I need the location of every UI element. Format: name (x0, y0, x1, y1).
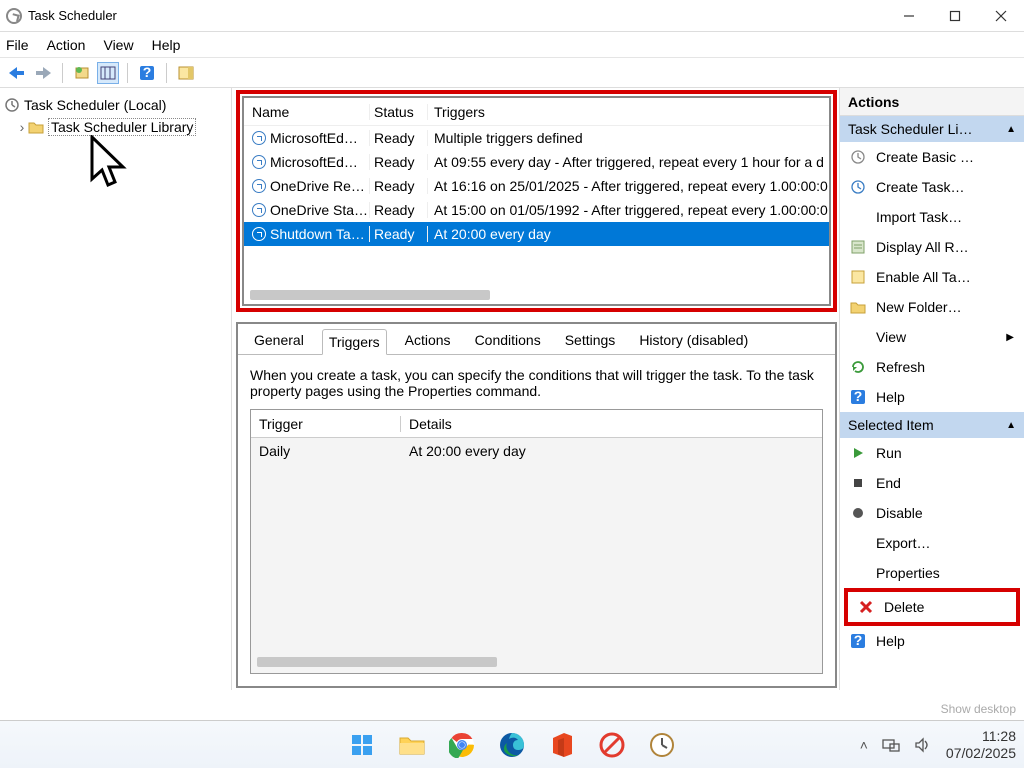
edge-icon[interactable] (498, 731, 526, 759)
app-clock-icon (6, 8, 22, 24)
col-trigger[interactable]: Trigger (251, 416, 401, 432)
minimize-button[interactable] (886, 0, 932, 31)
tab-actions[interactable]: Actions (399, 328, 457, 354)
blocked-icon[interactable] (598, 731, 626, 759)
tab-general[interactable]: General (248, 328, 310, 354)
forward-button[interactable] (32, 62, 54, 84)
col-status[interactable]: Status (370, 104, 428, 120)
col-details[interactable]: Details (401, 416, 822, 432)
horizontal-scrollbar[interactable] (257, 657, 497, 667)
tool-columns[interactable] (97, 62, 119, 84)
trigger-table: Trigger Details Daily At 20:00 every day (250, 409, 823, 674)
titlebar: Task Scheduler (0, 0, 1024, 32)
horizontal-scrollbar[interactable] (250, 290, 490, 300)
action-help[interactable]: ?Help (840, 382, 1024, 412)
task-row[interactable]: MicrosoftEd… Ready At 09:55 every day - … (244, 150, 829, 174)
trigger-row[interactable]: Daily At 20:00 every day (251, 438, 822, 464)
collapse-icon: ▲ (1006, 420, 1016, 431)
expand-icon[interactable]: › (16, 119, 28, 135)
explorer-icon[interactable] (398, 731, 426, 759)
submenu-icon: ▶ (1006, 332, 1014, 343)
start-button[interactable] (348, 731, 376, 759)
tray-chevron-icon[interactable]: ˄ (860, 737, 868, 753)
show-desktop-hint: Show desktop (941, 702, 1016, 716)
taskbar: ˄ 11:28 07/02/2025 (0, 720, 1024, 768)
action-new-folder[interactable]: New Folder… (840, 292, 1024, 322)
cursor-icon (88, 135, 130, 195)
task-icon (252, 203, 266, 217)
tab-history[interactable]: History (disabled) (633, 328, 754, 354)
action-delete[interactable]: Delete (848, 592, 1016, 622)
window-title: Task Scheduler (28, 8, 886, 23)
action-import-task[interactable]: Import Task… (840, 202, 1024, 232)
action-run[interactable]: Run (840, 438, 1024, 468)
list-header: Name Status Triggers (244, 98, 829, 126)
svg-text:?: ? (854, 633, 863, 648)
task-icon (252, 155, 266, 169)
actions-pane: Actions Task Scheduler Li…▲ Create Basic… (839, 88, 1024, 690)
tray-volume-icon[interactable] (914, 737, 932, 753)
action-help-2[interactable]: ?Help (840, 626, 1024, 656)
action-create-basic[interactable]: Create Basic … (840, 142, 1024, 172)
tab-description: When you create a task, you can specify … (250, 367, 823, 399)
delete-highlight: Delete (844, 588, 1020, 626)
separator (166, 63, 167, 83)
tool-help[interactable]: ? (136, 62, 158, 84)
task-row[interactable]: OneDrive Sta… Ready At 15:00 on 01/05/19… (244, 198, 829, 222)
tray-network-icon[interactable] (882, 737, 900, 753)
action-display-all[interactable]: Display All R… (840, 232, 1024, 262)
task-icon (252, 179, 266, 193)
action-disable[interactable]: Disable (840, 498, 1024, 528)
task-details: General Triggers Actions Conditions Sett… (236, 322, 837, 688)
tool-create[interactable] (71, 62, 93, 84)
menu-help[interactable]: Help (152, 37, 181, 53)
task-icon (252, 227, 266, 241)
action-enable-all[interactable]: Enable All Ta… (840, 262, 1024, 292)
tree-library-label: Task Scheduler Library (48, 118, 196, 136)
action-properties[interactable]: Properties (840, 558, 1024, 588)
action-view[interactable]: View▶ (840, 322, 1024, 352)
actions-title: Actions (840, 88, 1024, 116)
col-name[interactable]: Name (244, 104, 370, 120)
tab-conditions[interactable]: Conditions (469, 328, 547, 354)
task-row[interactable]: MicrosoftEd… Ready Multiple triggers def… (244, 126, 829, 150)
separator (127, 63, 128, 83)
menu-file[interactable]: File (6, 37, 29, 53)
svg-text:?: ? (854, 389, 863, 404)
task-scheduler-icon[interactable] (648, 731, 676, 759)
separator (62, 63, 63, 83)
tray-clock[interactable]: 11:28 07/02/2025 (946, 728, 1016, 762)
task-list: Name Status Triggers MicrosoftEd… Ready … (242, 96, 831, 306)
menu-action[interactable]: Action (47, 37, 86, 53)
task-row[interactable]: OneDrive Re… Ready At 16:16 on 25/01/202… (244, 174, 829, 198)
toolbar: ? (0, 58, 1024, 88)
section-library[interactable]: Task Scheduler Li…▲ (840, 116, 1024, 142)
menu-view[interactable]: View (103, 37, 133, 53)
section-selected[interactable]: Selected Item▲ (840, 412, 1024, 438)
svg-text:?: ? (143, 65, 152, 80)
action-end[interactable]: End (840, 468, 1024, 498)
tree-root-label: Task Scheduler (Local) (24, 97, 166, 113)
maximize-button[interactable] (932, 0, 978, 31)
task-icon (252, 131, 266, 145)
action-refresh[interactable]: Refresh (840, 352, 1024, 382)
action-create-task[interactable]: Create Task… (840, 172, 1024, 202)
col-triggers[interactable]: Triggers (428, 104, 829, 120)
tree-root[interactable]: Task Scheduler (Local) (4, 94, 227, 116)
tab-triggers[interactable]: Triggers (322, 329, 387, 355)
close-button[interactable] (978, 0, 1024, 31)
chrome-icon[interactable] (448, 731, 476, 759)
menubar: File Action View Help (0, 32, 1024, 58)
office-icon[interactable] (548, 731, 576, 759)
tool-show-panel[interactable] (175, 62, 197, 84)
task-row-selected[interactable]: Shutdown Ta… Ready At 20:00 every day (244, 222, 829, 246)
action-export[interactable]: Export… (840, 528, 1024, 558)
collapse-icon: ▲ (1006, 124, 1016, 135)
task-list-highlight: Name Status Triggers MicrosoftEd… Ready … (236, 90, 837, 312)
tab-settings[interactable]: Settings (559, 328, 622, 354)
back-button[interactable] (6, 62, 28, 84)
